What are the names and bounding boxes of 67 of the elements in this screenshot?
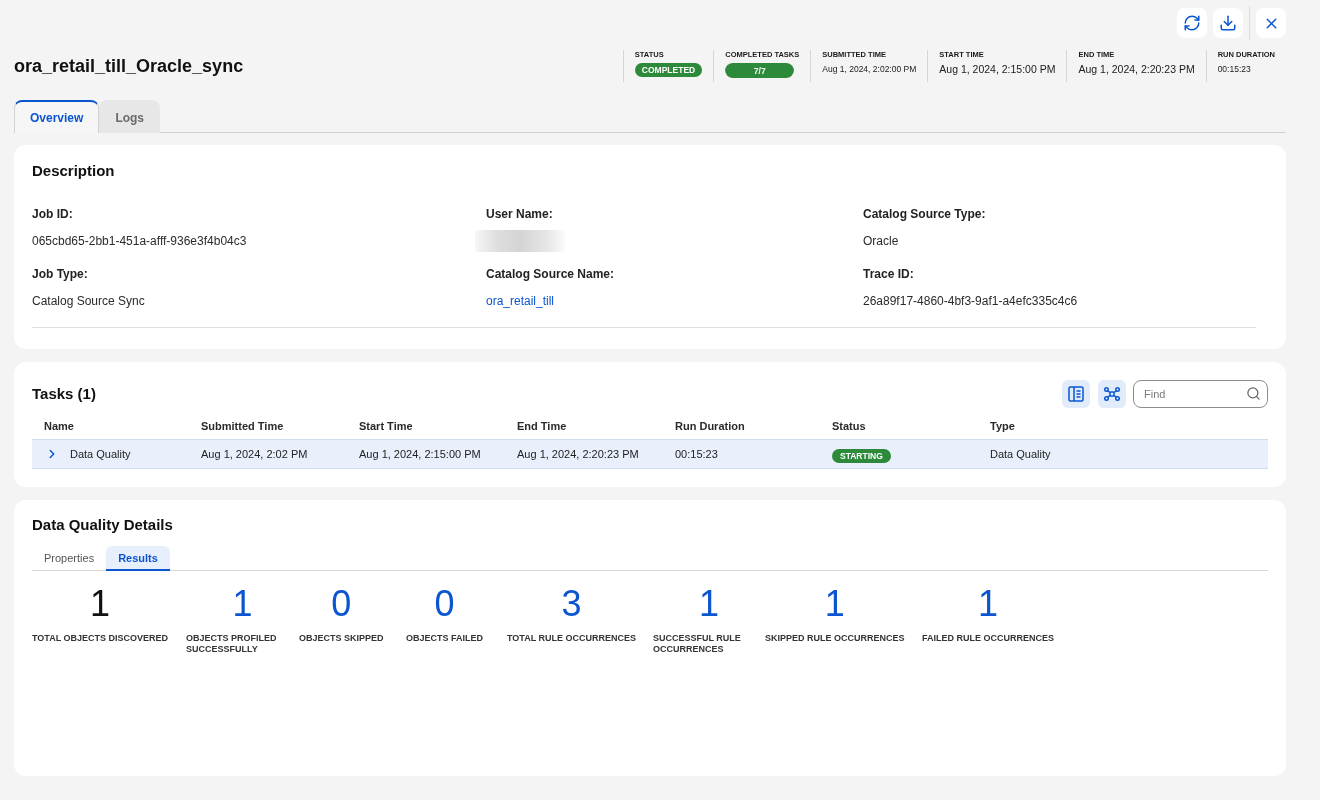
count-link[interactable]: 3 <box>561 583 582 625</box>
table-row[interactable]: Data Quality Aug 1, 2024, 2:02 PM Aug 1, 2024, 2:15:00 PM Aug 1, 2024, 2:20:23 PM 00:15:23 STARTING Data Quality <box>32 439 1268 469</box>
result-label: FAILED RULE OCCURRENCES <box>922 633 1054 644</box>
tab[interactable]: Properties <box>32 546 107 571</box>
table-cell-text: Aug 1, 2024, 2:02 PM <box>201 448 309 460</box>
progress-text: 7/7 <box>753 65 766 76</box>
tab[interactable]: Results <box>106 546 170 571</box>
download-icon <box>1219 14 1237 32</box>
field-value: 26a89f17-4860-4bf3-9af1-a4efc335c4c6 <box>863 293 1078 309</box>
graph-view-button[interactable] <box>1098 380 1126 408</box>
field-label: Job Type: <box>32 266 88 282</box>
nodes-icon <box>1104 387 1120 401</box>
table-cell-text: Aug 1, 2024, 2:15:00 PM <box>359 448 482 460</box>
result-label: TOTAL RULE OCCURRENCES <box>507 633 636 644</box>
field-label: Catalog Source Type: <box>863 206 986 222</box>
summary-value: 00:15:23 <box>1217 64 1252 74</box>
status-badge: STARTING <box>832 449 891 463</box>
result-label: OBJECTS PROFILED SUCCESSFULLY <box>186 633 278 655</box>
field-value: Oracle <box>863 233 899 249</box>
status-badge: COMPLETED <box>634 63 703 77</box>
result-label: SUCCESSFUL RULE OCCURRENCES <box>653 633 742 655</box>
card-title: Description <box>32 161 116 181</box>
page-title: ora_retail_till_Oracle_sync <box>14 55 244 77</box>
column-header: Start Time <box>359 420 414 432</box>
field-label: User Name: <box>486 206 553 222</box>
tab[interactable]: Overview <box>14 100 100 133</box>
table-cell: Data Quality <box>70 448 131 460</box>
result-label: OBJECTS SKIPPED <box>299 633 384 644</box>
field-label: Trace ID: <box>863 266 914 282</box>
count-link[interactable]: 1 <box>978 583 998 625</box>
field-value: Catalog Source Sync <box>32 293 145 309</box>
field-link[interactable]: ora_retail_till <box>486 293 555 309</box>
count-link[interactable]: 1 <box>232 583 253 625</box>
column-header: Status <box>832 420 867 432</box>
summary-value: Aug 1, 2024, 2:15:00 PM <box>939 63 1056 75</box>
refresh-icon <box>1183 14 1201 32</box>
refresh-button[interactable] <box>1177 8 1207 38</box>
card-title: Tasks (1) <box>32 384 96 404</box>
table-cell-text: Data Quality <box>990 448 1052 460</box>
tab[interactable]: Logs <box>99 100 161 133</box>
column-header: Submitted Time <box>201 420 285 432</box>
summary-value: Aug 1, 2024, 2:20:23 PM <box>1078 63 1195 75</box>
field-label: Job ID: <box>32 206 73 222</box>
column-header: End Time <box>517 420 568 432</box>
panel-list-icon <box>1068 386 1084 402</box>
result-label: OBJECTS FAILED <box>406 633 483 644</box>
result-label: SKIPPED RULE OCCURRENCES <box>765 633 905 644</box>
count-link[interactable]: 1 <box>824 583 845 625</box>
search-icon <box>1246 386 1261 401</box>
field-label: Catalog Source Name: <box>486 266 615 282</box>
field-value: 065cbd65-2bb1-451a-afff-936e3f4b04c3 <box>32 233 247 249</box>
column-header: Type <box>990 420 1016 432</box>
count-link[interactable]: 0 <box>434 583 455 625</box>
column-header: Name <box>43 420 75 432</box>
result-label: TOTAL OBJECTS DISCOVERED <box>32 633 169 644</box>
count-value: 1 <box>90 583 111 625</box>
count-link[interactable]: 1 <box>699 583 719 625</box>
search-field[interactable]: Find <box>1133 380 1268 408</box>
close-button[interactable] <box>1256 8 1286 38</box>
card-title: Data Quality Details <box>32 515 174 535</box>
count-link[interactable]: 0 <box>331 583 352 625</box>
download-button[interactable] <box>1213 8 1243 38</box>
summary-value: Aug 1, 2024, 2:02:00 PM <box>822 64 917 74</box>
table-cell-text: 00:15:23 <box>675 448 719 460</box>
table-cell-text: Aug 1, 2024, 2:20:23 PM <box>517 448 640 460</box>
column-header: Run Duration <box>675 420 746 432</box>
list-view-button[interactable] <box>1062 380 1090 408</box>
